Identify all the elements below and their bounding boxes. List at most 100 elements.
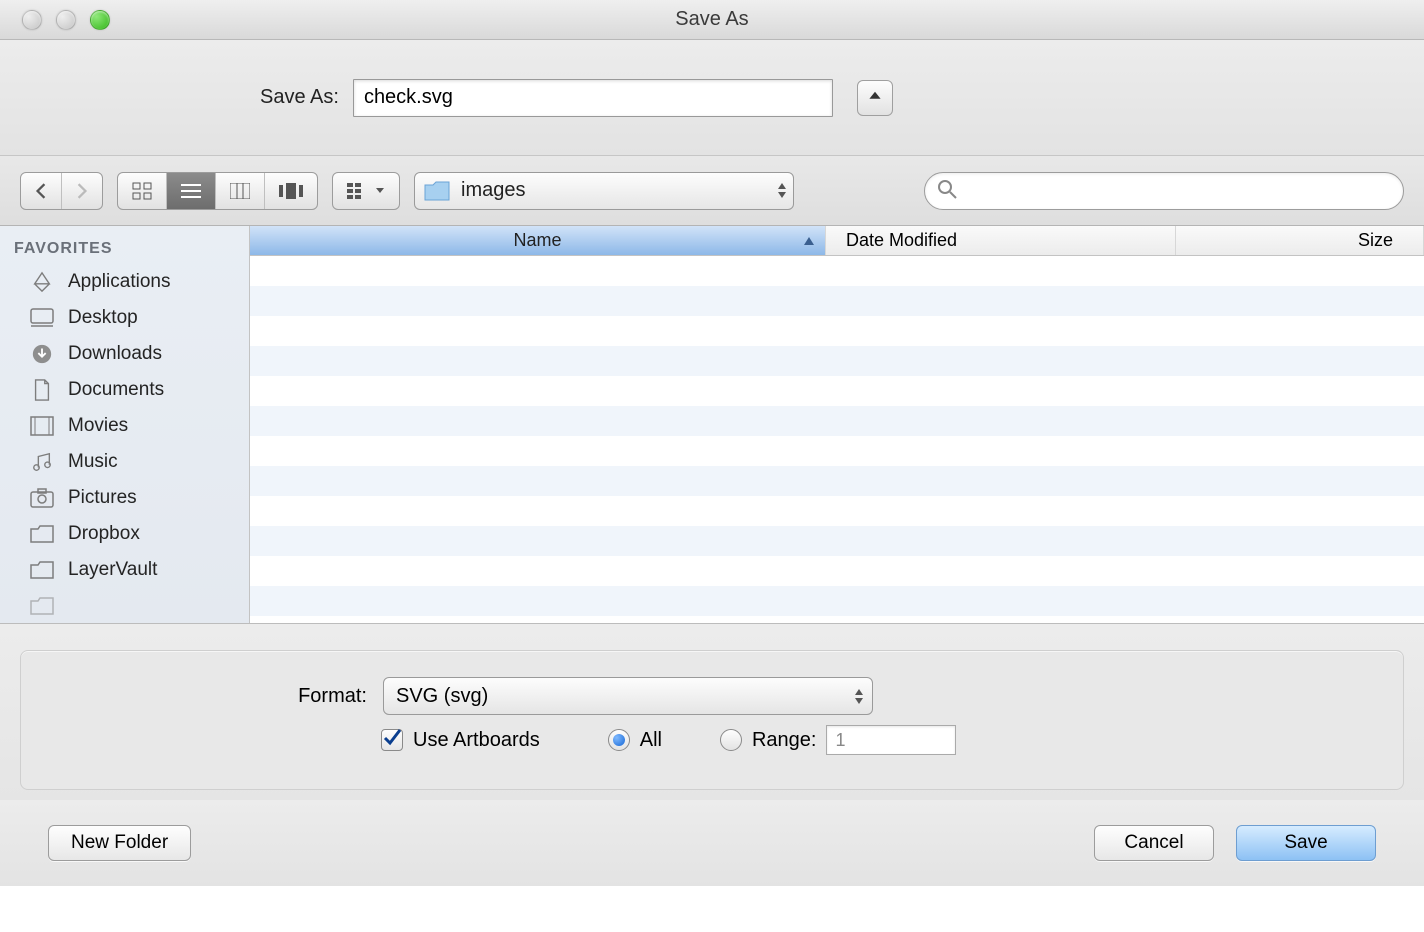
saveas-label: Save As: bbox=[260, 86, 339, 109]
file-row-empty bbox=[250, 406, 1424, 436]
sidebar-item-label: Movies bbox=[68, 415, 128, 437]
sidebar-item-label: Applications bbox=[68, 271, 170, 293]
chevron-up-icon bbox=[868, 89, 882, 106]
artboards-range-radio[interactable] bbox=[720, 729, 742, 751]
sidebar-item-label: Pictures bbox=[68, 487, 137, 509]
coverflow-view-icon bbox=[279, 183, 303, 199]
column-headers: Name Date Modified Size bbox=[250, 226, 1424, 256]
sidebar-item-documents[interactable]: Documents bbox=[0, 372, 249, 408]
path-popup[interactable]: images bbox=[414, 172, 794, 210]
file-row-empty bbox=[250, 376, 1424, 406]
use-artboards-label: Use Artboards bbox=[413, 729, 540, 752]
column-header-name[interactable]: Name bbox=[250, 226, 826, 255]
file-row-empty bbox=[250, 526, 1424, 556]
search-icon bbox=[937, 179, 957, 202]
chevron-left-icon bbox=[35, 183, 47, 199]
folder-icon bbox=[28, 594, 56, 618]
nav-back-forward bbox=[20, 172, 103, 210]
path-stepper-icon bbox=[777, 182, 787, 199]
arrange-segment bbox=[332, 172, 400, 210]
button-label: New Folder bbox=[71, 832, 168, 854]
search-input[interactable] bbox=[965, 180, 1391, 201]
window-title: Save As bbox=[0, 8, 1424, 31]
sidebar-item-applications[interactable]: Applications bbox=[0, 264, 249, 300]
path-folder-name: images bbox=[461, 179, 525, 202]
sidebar-item-downloads[interactable]: Downloads bbox=[0, 336, 249, 372]
format-popup[interactable]: SVG (svg) bbox=[383, 677, 873, 715]
saveas-filename-input[interactable] bbox=[353, 79, 833, 117]
popup-stepper-icon bbox=[854, 688, 864, 705]
new-folder-button[interactable]: New Folder bbox=[48, 825, 191, 861]
list-view-icon bbox=[181, 183, 201, 199]
view-mode-segment bbox=[117, 172, 318, 210]
file-row-empty bbox=[250, 496, 1424, 526]
button-label: Save bbox=[1284, 832, 1327, 854]
pictures-icon bbox=[28, 486, 56, 510]
file-row-empty bbox=[250, 316, 1424, 346]
sidebar-item-label: Dropbox bbox=[68, 523, 140, 545]
titlebar: Save As bbox=[0, 0, 1424, 40]
arrange-button[interactable] bbox=[333, 173, 399, 209]
column-header-label: Name bbox=[513, 230, 561, 251]
file-row-empty bbox=[250, 436, 1424, 466]
folder-icon bbox=[28, 558, 56, 582]
format-value: SVG (svg) bbox=[396, 685, 488, 708]
use-artboards-checkbox[interactable] bbox=[381, 729, 403, 751]
sidebar-item-label: Downloads bbox=[68, 343, 162, 365]
view-list-button[interactable] bbox=[167, 173, 216, 209]
sidebar-item-cutoff[interactable] bbox=[0, 588, 249, 623]
view-column-button[interactable] bbox=[216, 173, 265, 209]
save-button[interactable]: Save bbox=[1236, 825, 1376, 861]
file-row-empty bbox=[250, 586, 1424, 616]
downloads-icon bbox=[28, 342, 56, 366]
file-row-empty bbox=[250, 286, 1424, 316]
radio-selected-icon bbox=[613, 734, 625, 746]
cancel-button[interactable]: Cancel bbox=[1094, 825, 1214, 861]
sidebar-item-movies[interactable]: Movies bbox=[0, 408, 249, 444]
file-browser: FAVORITES Applications Desktop Downloads… bbox=[0, 226, 1424, 624]
sidebar-item-desktop[interactable]: Desktop bbox=[0, 300, 249, 336]
button-label: Cancel bbox=[1124, 832, 1183, 854]
column-view-icon bbox=[230, 183, 250, 199]
nav-forward-button[interactable] bbox=[62, 173, 102, 209]
file-row-empty bbox=[250, 556, 1424, 586]
checkmark-icon bbox=[383, 728, 401, 752]
browser-toolbar: images bbox=[0, 156, 1424, 226]
sidebar-item-label: Documents bbox=[68, 379, 164, 401]
sidebar-item-label: Music bbox=[68, 451, 118, 473]
dialog-footer: New Folder Cancel Save bbox=[0, 800, 1424, 886]
chevron-right-icon bbox=[76, 183, 88, 199]
column-header-label: Size bbox=[1358, 230, 1393, 251]
sidebar-item-dropbox[interactable]: Dropbox bbox=[0, 516, 249, 552]
search-field[interactable] bbox=[924, 172, 1404, 210]
collapse-toggle-button[interactable] bbox=[857, 80, 893, 116]
chevron-down-icon bbox=[375, 187, 385, 195]
view-icon-button[interactable] bbox=[118, 173, 167, 209]
sidebar-section-header: FAVORITES bbox=[0, 238, 249, 264]
sidebar-item-pictures[interactable]: Pictures bbox=[0, 480, 249, 516]
icon-view-icon bbox=[132, 182, 152, 200]
file-area: Name Date Modified Size bbox=[250, 226, 1424, 623]
saveas-row: Save As: bbox=[0, 40, 1424, 156]
file-row-empty bbox=[250, 466, 1424, 496]
column-header-label: Date Modified bbox=[846, 230, 957, 251]
sidebar-item-layervault[interactable]: LayerVault bbox=[0, 552, 249, 588]
applications-icon bbox=[28, 270, 56, 294]
artboards-all-label: All bbox=[640, 729, 662, 752]
artboards-range-label: Range: bbox=[752, 729, 817, 752]
sidebar-item-music[interactable]: Music bbox=[0, 444, 249, 480]
format-panel: Format: SVG (svg) Use Artboards A bbox=[20, 650, 1404, 790]
column-header-size[interactable]: Size bbox=[1176, 226, 1424, 255]
file-row-empty bbox=[250, 256, 1424, 286]
sidebar-item-label: LayerVault bbox=[68, 559, 157, 581]
column-header-date[interactable]: Date Modified bbox=[826, 226, 1176, 255]
format-panel-container: Format: SVG (svg) Use Artboards A bbox=[0, 624, 1424, 800]
file-rows bbox=[250, 256, 1424, 623]
artboards-range-input[interactable] bbox=[826, 725, 956, 755]
sidebar: FAVORITES Applications Desktop Downloads… bbox=[0, 226, 250, 623]
movies-icon bbox=[28, 414, 56, 438]
nav-back-button[interactable] bbox=[21, 173, 62, 209]
desktop-icon bbox=[28, 306, 56, 330]
artboards-all-radio[interactable] bbox=[608, 729, 630, 751]
view-coverflow-button[interactable] bbox=[265, 173, 317, 209]
